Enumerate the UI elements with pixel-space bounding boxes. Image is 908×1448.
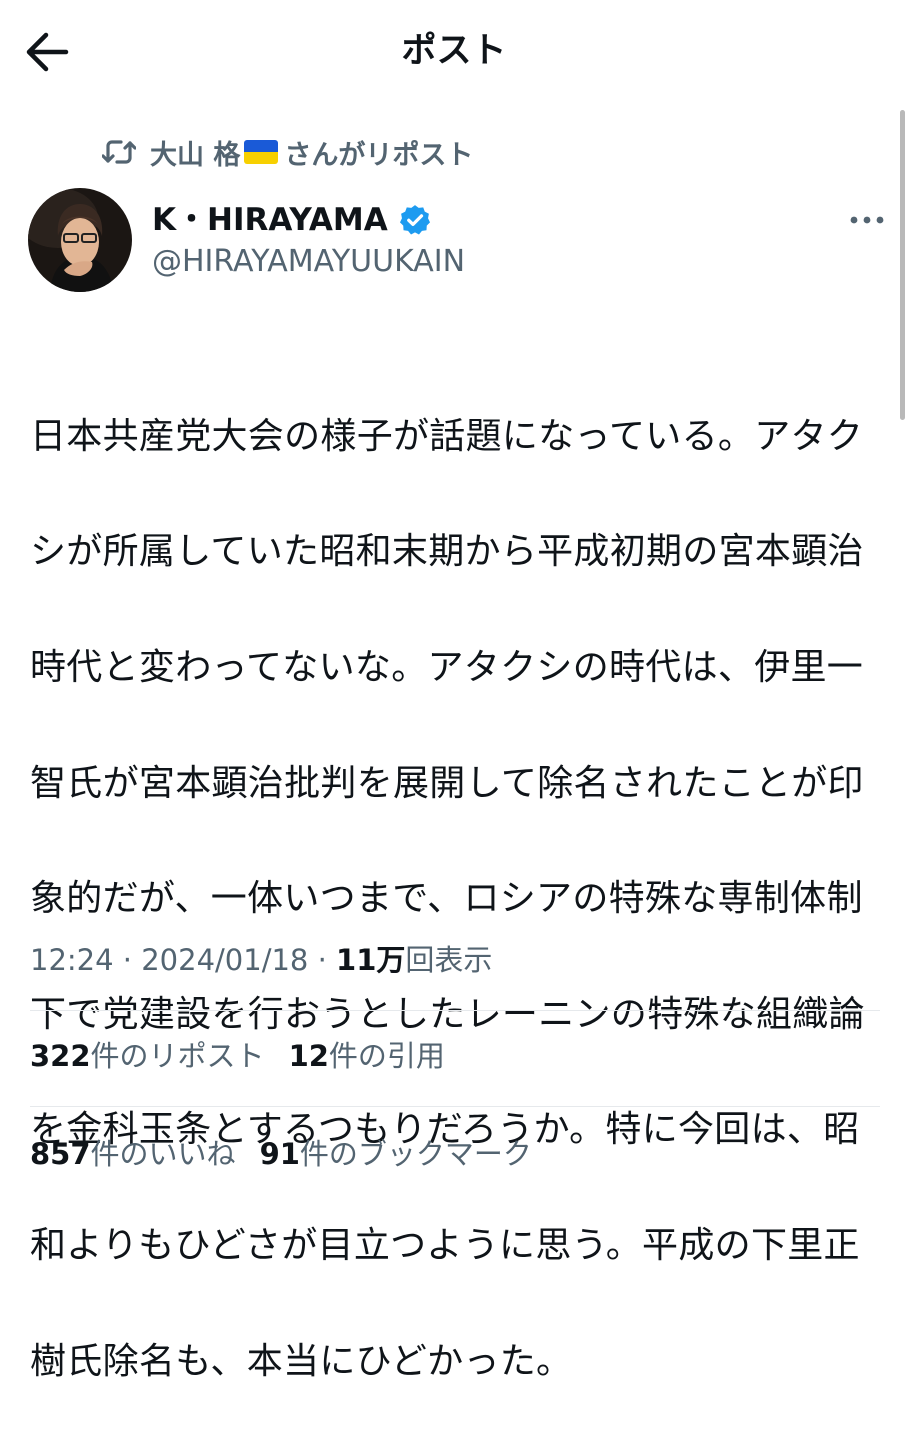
repost-context[interactable]: 大山 格 さんがリポスト: [102, 133, 474, 172]
stats-row-likes: 857件のいいね 91件のブックマーク: [30, 1134, 556, 1174]
repost-icon: [102, 140, 136, 164]
stats-row-reposts: 322件のリポスト 12件の引用: [30, 1036, 469, 1076]
more-horizontal-icon: [850, 216, 884, 224]
tweet-line: 象的だが、一体いつまで、ロシアの特殊な専制体制: [30, 878, 863, 920]
more-options-button[interactable]: [846, 206, 888, 234]
tweet-line: シが所属していた昭和末期から平成初期の宮本顕治: [30, 531, 864, 573]
bookmarks-label: 件のブックマーク: [299, 1137, 532, 1171]
reposts-stat[interactable]: 322件のリポスト: [30, 1036, 265, 1076]
likes-stat[interactable]: 857件のいいね: [30, 1134, 236, 1174]
avatar-photo: [28, 188, 132, 292]
avatar[interactable]: [28, 188, 132, 292]
verified-badge-icon: [399, 205, 430, 235]
repost-user-name[interactable]: 大山 格: [150, 133, 240, 172]
bookmarks-stat[interactable]: 91件のブックマーク: [260, 1134, 532, 1174]
scrollbar[interactable]: [900, 110, 905, 420]
tweet-line: 日本共産党大会の様子が話題になっている。アタク: [30, 415, 864, 457]
divider: [30, 1010, 880, 1011]
tweet-metadata: 12:24 · 2024/01/18 · 11万回表示: [30, 940, 492, 980]
tweet-line: 智氏が宮本顕治批判を展開して除名されたことが印: [30, 762, 864, 804]
author-handle[interactable]: @HIRAYAMAYUUKAIN: [152, 242, 465, 282]
meta-separator: ·: [317, 943, 327, 977]
top-nav-bar: ポスト: [0, 0, 908, 104]
quotes-label: 件の引用: [328, 1039, 445, 1073]
divider: [30, 1106, 880, 1107]
page-title: ポスト: [401, 31, 507, 71]
quotes-stat[interactable]: 12件の引用: [289, 1036, 445, 1076]
meta-separator: ·: [122, 943, 133, 977]
tweet-line: 樹氏除名も、本当にひどかった。: [30, 1340, 573, 1382]
tweet-text: 日本共産党大会の様子が話題になっている。アタク シが所属していた昭和末期から平成…: [30, 350, 888, 1448]
repost-label: さんがリポスト: [284, 139, 474, 171]
reposts-count: 322: [30, 1039, 91, 1073]
bookmarks-count: 91: [259, 1137, 300, 1171]
tweet-line: 和よりもひどさが目立つように思う。平成の下里正: [30, 1224, 860, 1266]
ukraine-flag-icon: [244, 140, 279, 164]
tweet-line: 時代と変わってないな。アタクシの時代は、伊里一: [30, 646, 864, 688]
tweet-time[interactable]: 12:24: [30, 943, 114, 977]
tweet-line: 下で党建設を行おうとしたレーニンの特殊な組織論: [30, 993, 865, 1035]
tweet-date[interactable]: 2024/01/18: [141, 943, 308, 977]
views-label: 回表示: [405, 943, 493, 977]
likes-label: 件のいいね: [90, 1137, 236, 1171]
views-count: 11万: [336, 943, 406, 977]
likes-count: 857: [30, 1137, 91, 1171]
author-name-text[interactable]: K・HIRAYAMA: [152, 200, 388, 240]
reposts-label: 件のリポスト: [90, 1039, 265, 1073]
quotes-count: 12: [288, 1039, 329, 1073]
author-name[interactable]: K・HIRAYAMA: [152, 200, 432, 240]
